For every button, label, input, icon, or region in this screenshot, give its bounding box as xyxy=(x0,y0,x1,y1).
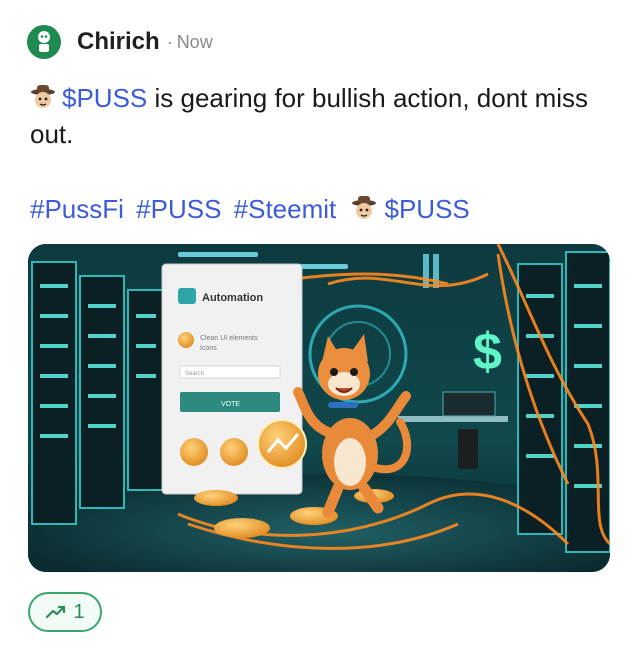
panel-input: Search xyxy=(185,371,204,377)
panel-title: Automation xyxy=(202,292,263,304)
robot-avatar-icon xyxy=(38,31,50,52)
hashtag-steemit[interactable]: #Steemit xyxy=(234,194,337,224)
hashtag-pussfi[interactable]: #PussFi xyxy=(30,194,124,224)
trending-up-icon xyxy=(46,605,66,619)
panel-line-1: Clean UI elements xyxy=(200,335,258,342)
panel-button: VOTE xyxy=(221,401,240,408)
hashtag-row: #PussFi #PUSS #Steemit $PUSS xyxy=(30,192,475,226)
author-name[interactable]: Chirich xyxy=(77,28,160,56)
post-header: Chirich · Now xyxy=(27,24,213,60)
tag-ticker-link[interactable]: $PUSS xyxy=(385,194,470,224)
image-dollar-sign: $ xyxy=(473,323,502,381)
post-body: $PUSS is gearing for bullish action, don… xyxy=(30,80,620,152)
panel-line-2: Icons xyxy=(200,345,217,352)
post-card: Chirich · Now $PUSS is gearing for bulli… xyxy=(0,0,640,654)
trend-reaction-button[interactable]: 1 xyxy=(28,592,102,632)
cowboy-cat-emoji-icon xyxy=(31,85,55,108)
hashtag-puss[interactable]: #PUSS xyxy=(136,194,221,224)
cowboy-cat-emoji-icon xyxy=(351,196,376,219)
author-avatar[interactable] xyxy=(27,25,61,59)
post-image[interactable]: $ Automation Clean UI elements Icons Sea… xyxy=(28,244,610,572)
trend-count: 1 xyxy=(73,600,85,623)
post-image-illustration: $ Automation Clean UI elements Icons Sea… xyxy=(28,244,610,572)
post-time: Now xyxy=(176,31,213,52)
ticker-link[interactable]: $PUSS xyxy=(62,83,147,113)
meta-separator: · xyxy=(166,31,173,52)
